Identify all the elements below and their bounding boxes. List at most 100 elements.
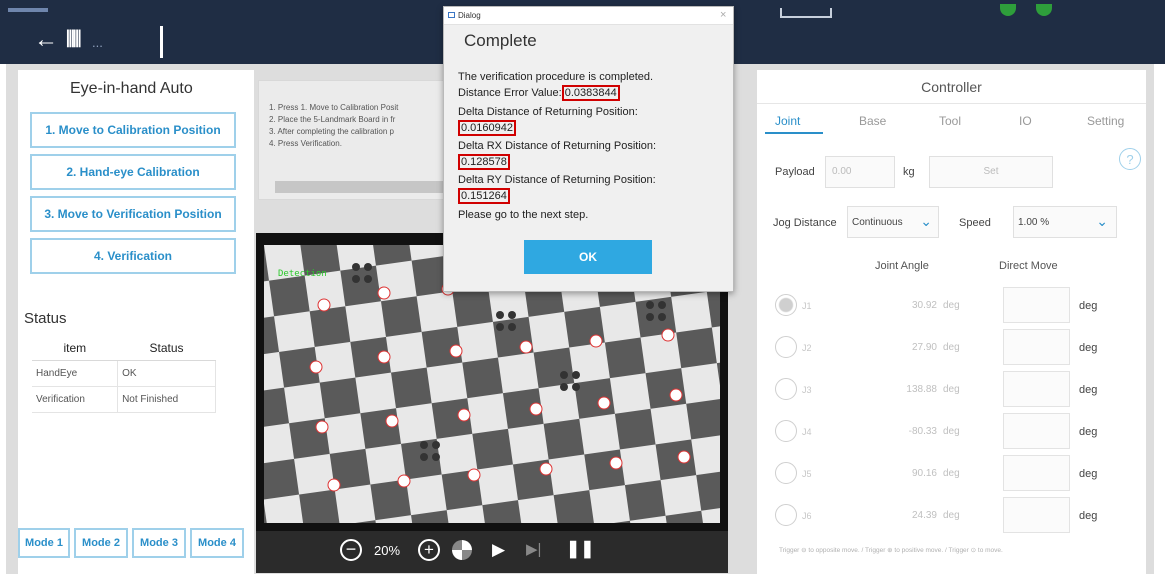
camera-toolbar: − 20% + ▶ ▶| ❚❚	[256, 531, 728, 573]
joint-name: J6	[802, 511, 812, 521]
instructions-panel: 1. Press 1. Move to Calibration Posit 2.…	[258, 80, 447, 200]
direct-move-input[interactable]	[1003, 413, 1070, 449]
delta-rx-row: 0.128578	[458, 154, 510, 170]
hand-eye-calibration-button[interactable]: 2. Hand-eye Calibration	[30, 154, 236, 190]
jog-distance-select[interactable]: Continuous ⌄	[847, 206, 939, 238]
delta-distance-label: Delta Distance of Returning Position:	[458, 106, 638, 118]
zoom-in-icon[interactable]: +	[418, 539, 440, 561]
joint-select-radio[interactable]	[775, 294, 797, 316]
joint-angle-unit: deg	[943, 300, 960, 311]
joint-select-radio[interactable]	[775, 378, 797, 400]
close-icon[interactable]: ×	[720, 9, 726, 21]
speed-value: 1.00 %	[1018, 217, 1050, 228]
distance-error-value: 0.0383844	[561, 85, 620, 101]
os-status-box	[780, 8, 832, 18]
direct-move-unit: deg	[1079, 468, 1098, 480]
mode-1-button[interactable]: Mode 1	[18, 528, 70, 558]
joint-name: J3	[802, 385, 812, 395]
table-cell: HandEye	[32, 360, 119, 387]
direct-move-unit: deg	[1079, 384, 1098, 396]
table-cell: Not Finished	[117, 386, 216, 413]
distance-error-row: Distance Error Value: 0.0383844	[458, 85, 620, 101]
sliders-icon[interactable]: ⫼⫼	[66, 29, 82, 51]
joint-select-radio[interactable]	[775, 504, 797, 526]
back-arrow-icon[interactable]: ←	[34, 26, 58, 54]
trigger-help-note: Trigger ⊖ to opposite move. / Trigger ⊕ …	[779, 547, 1003, 554]
play-icon[interactable]: ▶	[492, 540, 505, 560]
joint-angle-value: 27.90	[911, 342, 937, 353]
joint-angle-unit: deg	[943, 384, 960, 395]
os-status-dot	[1000, 4, 1016, 16]
move-to-calibration-button[interactable]: 1. Move to Calibration Position	[30, 112, 236, 148]
joint-angle-value: 138.88	[906, 384, 937, 395]
joint-name: J5	[802, 469, 812, 479]
instruction-line: 1. Press 1. Move to Calibration Posit	[269, 103, 399, 112]
status-table: item Status HandEye OK Verification Not …	[32, 336, 216, 413]
joint-angle-value: -80.33	[908, 426, 937, 437]
tab-setting[interactable]: Setting	[1087, 114, 1124, 128]
mode-2-button[interactable]: Mode 2	[74, 528, 128, 558]
tab-base[interactable]: Base	[859, 114, 886, 128]
jog-distance-label: Jog Distance	[773, 217, 837, 229]
delta-distance-row: 0.0160942	[458, 120, 516, 136]
tab-joint[interactable]: Joint	[775, 114, 800, 128]
table-header-row: item Status	[32, 336, 216, 361]
panel-title: Eye-in-hand Auto	[70, 80, 193, 97]
status-title: Status	[24, 310, 67, 327]
direct-move-unit: deg	[1079, 510, 1098, 522]
more-button[interactable]: ...	[92, 35, 103, 50]
joint-select-radio[interactable]	[775, 420, 797, 442]
table-cell: OK	[117, 360, 216, 387]
joint-name: J1	[802, 301, 812, 311]
joint-name: J4	[802, 427, 812, 437]
joint-select-radio[interactable]	[775, 462, 797, 484]
direct-move-input[interactable]	[1003, 455, 1070, 491]
tab-io[interactable]: IO	[1019, 114, 1032, 128]
delta-ry-value: 0.151264	[458, 188, 510, 204]
mode-3-button[interactable]: Mode 3	[132, 528, 186, 558]
joint-angle-value: 90.16	[911, 468, 937, 479]
horizontal-scrollbar[interactable]	[275, 181, 447, 193]
speed-select[interactable]: 1.00 % ⌄	[1013, 206, 1117, 238]
dialog-titlebar: Dialog ×	[444, 7, 733, 25]
chevron-down-icon: ⌄	[1096, 213, 1108, 229]
direct-move-input[interactable]	[1003, 497, 1070, 533]
direct-move-input[interactable]	[1003, 371, 1070, 407]
table-row: Verification Not Finished	[32, 386, 216, 413]
zoom-out-icon[interactable]: −	[340, 539, 362, 561]
controller-panel: Controller Joint Base Tool IO Setting ? …	[757, 70, 1146, 574]
next-step-message: Please go to the next step.	[458, 209, 589, 221]
direct-move-input[interactable]	[1003, 329, 1070, 365]
step-forward-icon[interactable]: ▶|	[526, 540, 541, 558]
delta-ry-label: Delta RY Distance of Returning Position:	[458, 174, 656, 186]
left-panel: Eye-in-hand Auto 1. Move to Calibration …	[18, 70, 254, 574]
column-header-item: item	[32, 336, 118, 361]
mode-4-button[interactable]: Mode 4	[190, 528, 244, 558]
speed-label: Speed	[959, 217, 991, 229]
instruction-line: 3. After completing the calibration p	[269, 127, 394, 136]
set-button[interactable]: Set	[929, 156, 1053, 188]
jog-distance-value: Continuous	[852, 217, 903, 228]
joint-angle-unit: deg	[943, 426, 960, 437]
direct-move-input[interactable]	[1003, 287, 1070, 323]
direct-move-header: Direct Move	[999, 260, 1058, 272]
contrast-icon[interactable]	[452, 540, 472, 560]
joint-angle-unit: deg	[943, 468, 960, 479]
dialog-window-title: Dialog	[458, 11, 481, 20]
instruction-line: 4. Press Verification.	[269, 139, 342, 148]
payload-input[interactable]: 0.00	[825, 156, 895, 188]
ok-button[interactable]: OK	[524, 240, 652, 274]
table-cell: Verification	[32, 386, 119, 413]
dialog-heading: Complete	[464, 31, 537, 50]
help-icon[interactable]: ?	[1119, 148, 1141, 170]
table-row: HandEye OK	[32, 360, 216, 387]
joint-angle-value: 24.39	[911, 510, 937, 521]
verification-button[interactable]: 4. Verification	[30, 238, 236, 274]
pause-icon[interactable]: ❚❚	[566, 539, 595, 559]
tab-tool[interactable]: Tool	[939, 114, 961, 128]
distance-error-label: Distance Error Value:	[458, 87, 562, 99]
instruction-line: 2. Place the 5-Landmark Board in fr	[269, 115, 396, 124]
direct-move-unit: deg	[1079, 300, 1098, 312]
move-to-verification-button[interactable]: 3. Move to Verification Position	[30, 196, 236, 232]
joint-select-radio[interactable]	[775, 336, 797, 358]
